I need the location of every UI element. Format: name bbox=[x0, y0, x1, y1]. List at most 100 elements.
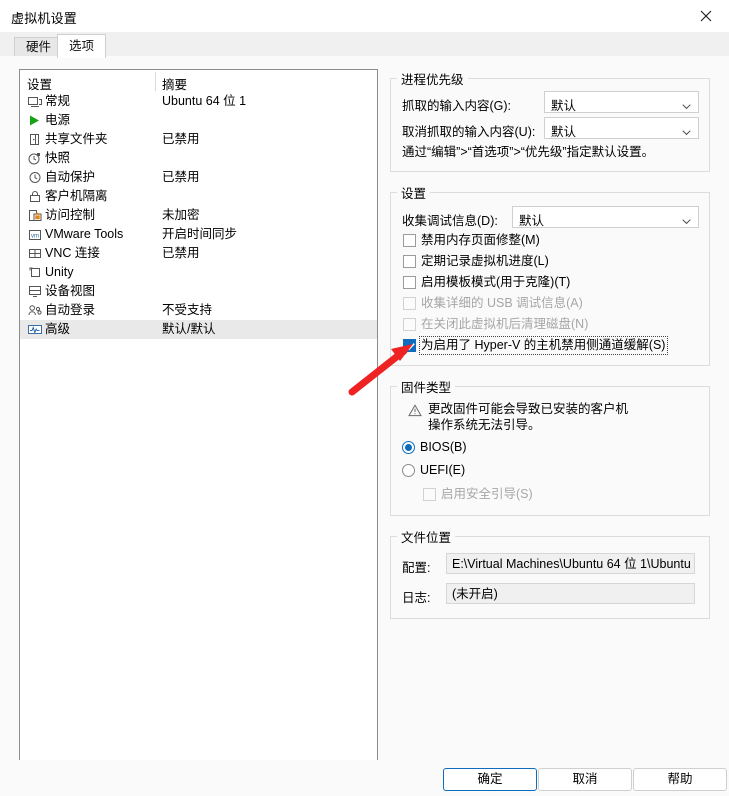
grab-input-select[interactable]: 默认 bbox=[544, 91, 699, 113]
access-control-icon bbox=[27, 208, 43, 223]
list-item-label: 高级 bbox=[45, 322, 71, 336]
chevron-down-icon bbox=[682, 214, 691, 228]
vmware-tools-icon: vm bbox=[27, 227, 43, 242]
folder-icon bbox=[27, 132, 43, 147]
list-item-label: VNC 连接 bbox=[45, 246, 100, 260]
checkbox-enable-secure-boot: 启用安全引导(S) bbox=[391, 483, 709, 506]
chevron-down-icon bbox=[682, 99, 691, 113]
list-item-label: 自动登录 bbox=[45, 303, 96, 317]
firmware-warning: 更改固件可能会导致已安装的客户机 操作系统无法引导。 bbox=[391, 397, 709, 437]
vnc-icon bbox=[27, 246, 43, 261]
checkbox-label: 在关闭此虚拟机后清理磁盘(N) bbox=[421, 317, 589, 331]
list-item-access-control[interactable]: 访问控制 未加密 bbox=[20, 206, 377, 225]
grab-input-label: 抓取的输入内容(G): bbox=[402, 99, 512, 113]
settings-group-legend: 设置 bbox=[401, 187, 427, 201]
checkbox-label: 启用安全引导(S) bbox=[441, 487, 533, 501]
dialog-footer: 确定 取消 帮助 bbox=[0, 760, 729, 796]
list-item-advanced[interactable]: 高级 默认/默认 bbox=[20, 320, 377, 339]
debug-info-row: 收集调试信息(D): 默认 bbox=[391, 205, 709, 231]
list-item-summary: 已禁用 bbox=[162, 170, 200, 184]
checkbox-box bbox=[403, 297, 416, 310]
list-item-label: 客户机隔离 bbox=[45, 189, 108, 203]
cancel-button[interactable]: 取消 bbox=[538, 768, 632, 791]
firmware-type-group: 固件类型 更改固件可能会导致已安装的客户机 操作系统无法引导。 BIOS(B) … bbox=[390, 377, 710, 516]
config-path-field[interactable]: E:\Virtual Machines\Ubuntu 64 位 1\Ubuntu… bbox=[446, 553, 695, 574]
settings-list-rows: 常规 Ubuntu 64 位 1 电源 共享文件夹 已禁用 快照 自动保护 已禁… bbox=[20, 92, 377, 339]
device-view-icon bbox=[27, 284, 43, 299]
svg-text:vm: vm bbox=[31, 233, 39, 239]
grab-input-value: 默认 bbox=[551, 99, 577, 113]
list-item-label: VMware Tools bbox=[45, 227, 124, 241]
file-location-group: 文件位置 配置: E:\Virtual Machines\Ubuntu 64 位… bbox=[390, 527, 710, 619]
list-item-device-view[interactable]: 设备视图 bbox=[20, 282, 377, 301]
checkbox-box bbox=[423, 488, 436, 501]
list-item-summary: 未加密 bbox=[162, 208, 200, 222]
checkbox-disable-side-channel-mitigations[interactable]: 为启用了 Hyper-V 的主机禁用侧通道缓解(S) bbox=[391, 336, 709, 357]
tab-hardware[interactable]: 硬件 bbox=[14, 37, 64, 57]
checkbox-box bbox=[403, 276, 416, 289]
checkbox-disable-memory-trim[interactable]: 禁用内存页面修整(M) bbox=[391, 231, 709, 252]
settings-group: 设置 收集调试信息(D): 默认 禁用内存页面修整(M) 定期记录虚拟机进度(L… bbox=[390, 183, 710, 366]
config-path-row: 配置: E:\Virtual Machines\Ubuntu 64 位 1\Ub… bbox=[391, 549, 709, 579]
ungrab-input-select[interactable]: 默认 bbox=[544, 117, 699, 139]
checkbox-log-vm-progress[interactable]: 定期记录虚拟机进度(L) bbox=[391, 252, 709, 273]
radio-bios[interactable]: BIOS(B) bbox=[391, 437, 709, 460]
list-item-general[interactable]: 常规 Ubuntu 64 位 1 bbox=[20, 92, 377, 111]
log-path-field[interactable]: (未开启) bbox=[446, 583, 695, 604]
list-item-label: 快照 bbox=[45, 151, 71, 165]
options-pane: 进程优先级 抓取的输入内容(G): 默认 取消抓取的输入内容(U): 默认 通过… bbox=[390, 69, 710, 630]
list-item-summary: 已禁用 bbox=[162, 246, 200, 260]
list-item-autologon[interactable]: 自动登录 不受支持 bbox=[20, 301, 377, 320]
settings-list[interactable]: 设置 摘要 常规 Ubuntu 64 位 1 电源 共享文件夹 已禁用 快照 自… bbox=[19, 69, 378, 782]
checkmark-icon bbox=[406, 343, 415, 351]
checkbox-box bbox=[403, 234, 416, 247]
help-button[interactable]: 帮助 bbox=[633, 768, 727, 791]
process-priority-group: 进程优先级 抓取的输入内容(G): 默认 取消抓取的输入内容(U): 默认 通过… bbox=[390, 69, 710, 172]
lock-icon bbox=[27, 189, 43, 204]
list-item-shared-folders[interactable]: 共享文件夹 已禁用 bbox=[20, 130, 377, 149]
tab-options[interactable]: 选项 bbox=[57, 34, 107, 58]
config-path-value: E:\Virtual Machines\Ubuntu 64 位 1\Ubuntu… bbox=[452, 557, 695, 571]
radio-label: BIOS(B) bbox=[420, 440, 467, 454]
autoprotect-icon bbox=[27, 170, 43, 185]
warning-icon bbox=[408, 404, 422, 420]
checkbox-template-mode[interactable]: 启用模板模式(用于克隆)(T) bbox=[391, 273, 709, 294]
monitor-icon bbox=[27, 94, 43, 109]
column-divider bbox=[155, 72, 156, 91]
list-item-label: 自动保护 bbox=[45, 170, 96, 184]
debug-info-value: 默认 bbox=[519, 214, 545, 228]
radio-uefi[interactable]: UEFI(E) bbox=[391, 460, 709, 483]
snapshot-icon bbox=[27, 151, 43, 166]
list-item-vnc[interactable]: VNC 连接 已禁用 bbox=[20, 244, 377, 263]
checkbox-label: 定期记录虚拟机进度(L) bbox=[421, 254, 549, 268]
list-item-label: 电源 bbox=[45, 113, 71, 127]
list-item-power[interactable]: 电源 bbox=[20, 111, 377, 130]
ok-button[interactable]: 确定 bbox=[443, 768, 537, 791]
list-item-autoprotect[interactable]: 自动保护 已禁用 bbox=[20, 168, 377, 187]
settings-list-header: 设置 摘要 bbox=[20, 70, 377, 92]
unity-icon bbox=[27, 265, 43, 280]
debug-info-select[interactable]: 默认 bbox=[512, 206, 699, 228]
list-item-label: 共享文件夹 bbox=[45, 132, 108, 146]
process-priority-legend: 进程优先级 bbox=[401, 73, 464, 87]
column-header-summary: 摘要 bbox=[162, 78, 188, 92]
list-item-guest-isolation[interactable]: 客户机隔离 bbox=[20, 187, 377, 206]
chevron-down-icon bbox=[682, 125, 691, 139]
title-bar: 虚拟机设置 bbox=[0, 0, 729, 32]
checkbox-box bbox=[403, 318, 416, 331]
config-path-label: 配置: bbox=[402, 561, 431, 575]
ungrab-input-label: 取消抓取的输入内容(U): bbox=[402, 125, 536, 139]
checkbox-usb-debug-info: 收集详细的 USB 调试信息(A) bbox=[391, 294, 709, 315]
list-item-unity[interactable]: Unity bbox=[20, 263, 377, 282]
checkbox-box bbox=[403, 255, 416, 268]
close-icon[interactable] bbox=[683, 0, 729, 31]
checkbox-label: 禁用内存页面修整(M) bbox=[421, 233, 540, 247]
list-item-label: Unity bbox=[45, 265, 74, 279]
list-item-summary: 开启时间同步 bbox=[162, 227, 238, 241]
priority-hint: 通过“编辑”>“首选项”>“优先级”指定默认设置。 bbox=[402, 145, 655, 159]
list-item-vmware-tools[interactable]: vm VMware Tools 开启时间同步 bbox=[20, 225, 377, 244]
log-path-value: (未开启) bbox=[452, 587, 498, 601]
list-item-summary: 不受支持 bbox=[162, 303, 213, 317]
window-title: 虚拟机设置 bbox=[11, 11, 78, 26]
list-item-snapshots[interactable]: 快照 bbox=[20, 149, 377, 168]
